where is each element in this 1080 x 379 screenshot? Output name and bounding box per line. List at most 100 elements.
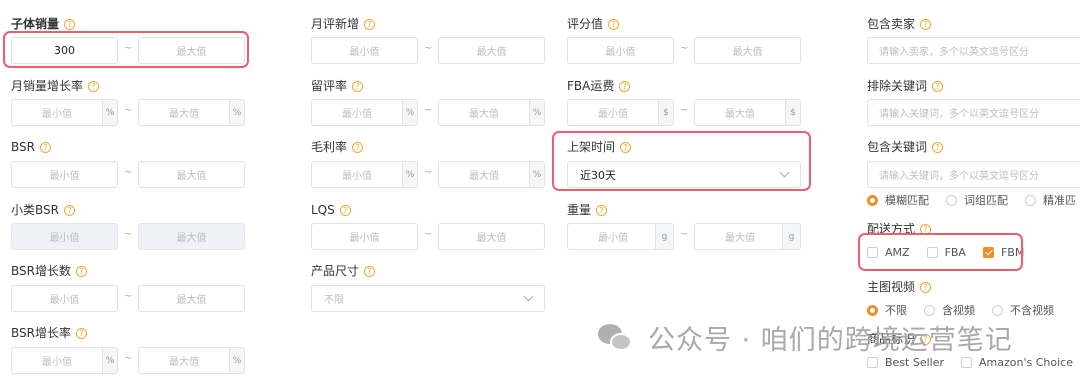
help-icon[interactable]: ? [75,327,87,339]
percent-unit: % [229,348,244,373]
bsr-growth-rate-max-input[interactable]: 最大值% [138,347,245,374]
video-with-radio[interactable]: 含视频 [924,302,975,318]
percent-unit: % [402,100,417,125]
include-sellers-label: 包含卖家? [867,16,932,32]
exclude-keywords-label: 排除关键词? [867,78,944,94]
bsr-max-input[interactable]: 最大值 [138,161,245,188]
sales-label: 子体销量? [11,16,76,32]
percent-unit: % [402,162,417,187]
video-any-radio[interactable]: 不限 [867,302,907,318]
include-keywords-input[interactable]: 请输入关键词，多个以英文逗号区分 [867,161,1080,188]
bsr-growth-count-label: BSR增长数? [11,263,87,279]
size-label: 产品尺寸? [311,263,376,279]
range-separator: ~ [680,43,689,54]
badge-best-seller-checkbox[interactable]: Best Seller [867,356,944,369]
sub-bsr-min-input: 最小值 [11,223,118,250]
dollar-unit: $ [785,100,800,125]
percent-unit: % [529,162,544,187]
bsr-growth-rate-label: BSR增长率? [11,325,87,341]
video-without-radio[interactable]: 不含视频 [992,302,1054,318]
size-select[interactable]: 不限 [311,285,545,312]
help-icon[interactable]: ? [64,18,76,30]
include-keywords-label: 包含关键词? [867,139,944,155]
range-separator: ~ [124,105,133,116]
include-sellers-input[interactable]: 请输入卖家，多个以英文逗号区分 [867,37,1080,64]
match-exact-radio[interactable]: 精准匹 [1025,192,1076,208]
rating-min-input[interactable]: 最小值 [567,37,674,64]
help-icon[interactable]: ? [920,18,932,30]
sub-bsr-label: 小类BSR? [11,202,75,218]
highlight-box [552,131,811,191]
badge-amazons-choice-checkbox[interactable]: Amazon's Choice [961,356,1073,369]
help-icon[interactable]: ? [364,265,376,277]
range-separator: ~ [424,105,433,116]
fba-fee-min-input[interactable]: 最小值 $ [567,99,674,126]
margin-label: 毛利率? [311,139,364,155]
radio-icon [946,194,957,206]
help-icon[interactable]: ? [88,80,100,92]
review-rate-max-input[interactable]: 最大值% [438,99,545,126]
watermark: 公众号 · 咱们的跨境运营笔记 [598,318,1013,357]
bsr-growth-rate-min-input[interactable]: 最小值% [11,347,118,374]
exclude-keywords-input[interactable]: 请输入关键词，多个以英文逗号区分 [867,99,1080,126]
radio-selected-icon [867,194,878,206]
monthly-reviews-min-input[interactable]: 最小值 [311,37,418,64]
bsr-growth-count-min-input[interactable]: 最小值 [11,285,118,312]
match-fuzzy-radio[interactable]: 模糊匹配 [867,192,929,208]
lqs-max-input[interactable]: 最大值 [438,223,545,250]
rating-label: 评分值? [567,16,620,32]
dollar-unit: $ [658,100,673,125]
help-icon[interactable]: ? [75,265,87,277]
bsr-growth-count-max-input[interactable]: 最大值 [138,285,245,312]
help-icon[interactable]: ? [63,204,75,216]
help-icon[interactable]: ? [608,18,620,30]
help-icon[interactable]: ? [920,281,932,293]
sub-bsr-max-input: 最大值 [138,223,245,250]
lqs-min-input[interactable]: 最小值 [311,223,418,250]
help-icon[interactable]: ? [596,204,608,216]
margin-max-input[interactable]: 最大值% [438,161,545,188]
weight-min-input[interactable]: 最小值 g [567,223,674,250]
gram-unit-select[interactable]: g [655,224,673,249]
range-separator: ~ [124,353,133,364]
review-rate-min-input[interactable]: 最小值% [311,99,418,126]
radio-icon [1025,194,1036,206]
monthly-growth-min-input[interactable]: 最小值% [11,99,118,126]
help-icon[interactable]: ? [39,141,51,153]
wechat-icon [598,322,634,354]
bsr-label: BSR? [11,139,51,155]
help-icon[interactable]: ? [932,80,944,92]
help-icon[interactable]: ? [619,80,631,92]
chevron-down-icon [523,291,534,302]
watermark-text: 公众号 · 咱们的跨境运营笔记 [648,325,1013,356]
weight-max-input[interactable]: 最大值 g [694,223,801,250]
radio-selected-icon [867,304,878,316]
help-icon[interactable]: ? [364,18,376,30]
range-separator: ~ [124,167,133,178]
help-icon[interactable]: ? [352,141,364,153]
highlight-box [3,31,249,68]
fba-fee-label: FBA运费? [567,78,631,94]
help-icon[interactable]: ? [339,204,351,216]
bsr-min-input[interactable]: 最小值 [11,161,118,188]
monthly-growth-max-input[interactable]: 最大值% [138,99,245,126]
highlight-box [858,233,1023,271]
monthly-reviews-max-input[interactable]: 最大值 [438,37,545,64]
range-separator: ~ [124,291,133,302]
range-separator: ~ [424,167,433,178]
fba-fee-max-input[interactable]: 最大值 $ [694,99,801,126]
gram-unit-select[interactable]: g [782,224,800,249]
rating-max-input[interactable]: 最大值 [694,37,801,64]
range-separator: ~ [424,229,433,240]
monthly-growth-label: 月销量增长率? [11,78,100,94]
radio-icon [924,304,935,316]
margin-min-input[interactable]: 最小值% [311,161,418,188]
help-icon[interactable]: ? [352,80,364,92]
range-separator: ~ [424,43,433,54]
match-phrase-radio[interactable]: 词组匹配 [946,192,1008,208]
lqs-label: LQS? [311,202,351,218]
main-video-label: 主图视频? [867,279,932,295]
radio-icon [992,304,1003,316]
help-icon[interactable]: ? [932,141,944,153]
size-select-value: 不限 [324,295,344,306]
